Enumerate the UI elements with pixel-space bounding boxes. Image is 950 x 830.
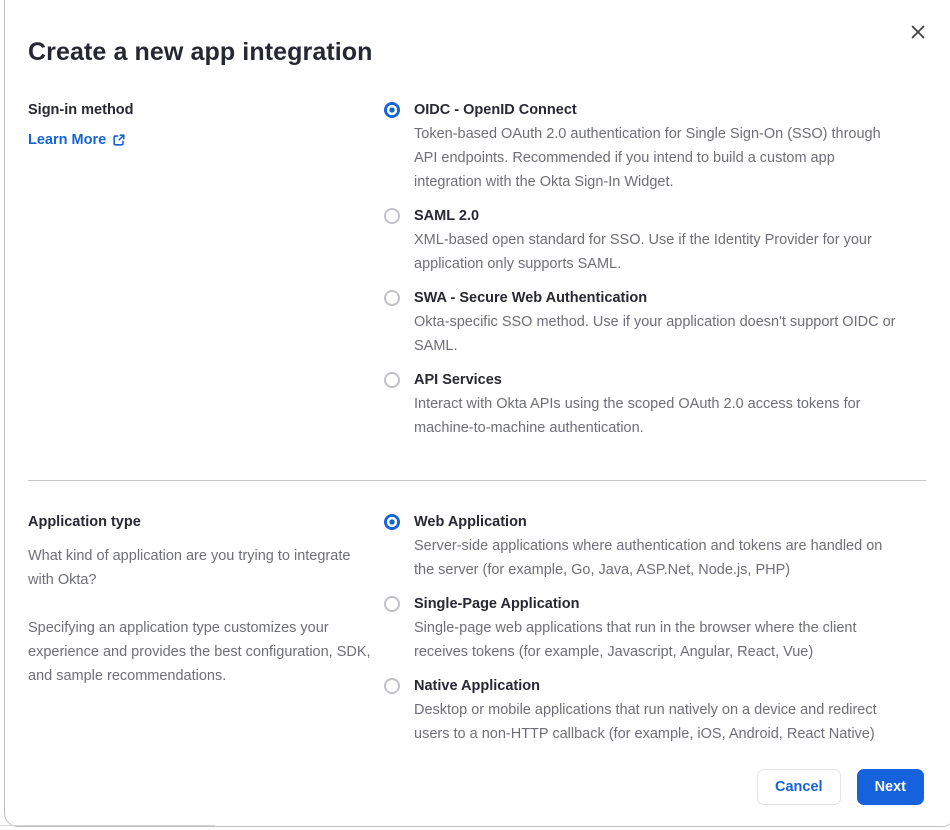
option-oidc-description: Token-based OAuth 2.0 authentication for… <box>414 126 881 190</box>
option-saml-description: XML-based open standard for SSO. Use if … <box>414 232 872 272</box>
option-single-page-application-text: Single-Page Application Single-page web … <box>414 592 896 664</box>
modal-title: Create a new app integration <box>28 38 373 66</box>
option-saml-text: SAML 2.0 XML-based open standard for SSO… <box>414 204 896 276</box>
sign-in-method-label: Sign-in method <box>28 102 134 118</box>
application-type-help-2: Specifying an application type customize… <box>28 620 371 684</box>
option-native-application-description: Desktop or mobile applications that run … <box>414 702 877 742</box>
application-type-section: Application type What kind of applicatio… <box>28 510 926 756</box>
option-api-services-description: Interact with Okta APIs using the scoped… <box>414 396 861 436</box>
radio-single-page-application[interactable] <box>384 596 400 612</box>
option-oidc: OIDC - OpenID Connect Token-based OAuth … <box>384 98 896 194</box>
create-app-integration-modal: Create a new app integration Sign-in met… <box>0 0 950 830</box>
cancel-button[interactable]: Cancel <box>757 769 841 805</box>
option-native-application-text: Native Application Desktop or mobile app… <box>414 674 896 746</box>
option-saml: SAML 2.0 XML-based open standard for SSO… <box>384 204 896 276</box>
radio-api-services[interactable] <box>384 372 400 388</box>
sign-in-method-options: OIDC - OpenID Connect Token-based OAuth … <box>384 98 896 450</box>
external-link-icon <box>113 134 125 146</box>
option-native-application-label[interactable]: Native Application <box>414 674 896 698</box>
radio-web-application[interactable] <box>384 514 400 530</box>
option-swa: SWA - Secure Web Authentication Okta-spe… <box>384 286 896 358</box>
radio-native-application[interactable] <box>384 678 400 694</box>
close-button[interactable] <box>908 22 928 42</box>
option-swa-text: SWA - Secure Web Authentication Okta-spe… <box>414 286 896 358</box>
application-type-help-1: What kind of application are you trying … <box>28 548 351 588</box>
option-web-application-description: Server-side applications where authentic… <box>414 538 883 578</box>
option-single-page-application-description: Single-page web applications that run in… <box>414 620 857 660</box>
option-saml-label[interactable]: SAML 2.0 <box>414 204 896 228</box>
option-api-services-text: API Services Interact with Okta APIs usi… <box>414 368 896 440</box>
option-single-page-application-label[interactable]: Single-Page Application <box>414 592 896 616</box>
option-native-application: Native Application Desktop or mobile app… <box>384 674 896 746</box>
sign-in-method-section: Sign-in method Learn More OIDC - OpenID … <box>28 98 926 450</box>
modal-footer: Cancel Next <box>757 769 924 805</box>
option-web-application-text: Web Application Server-side applications… <box>414 510 896 582</box>
radio-oidc[interactable] <box>384 102 400 118</box>
option-web-application: Web Application Server-side applications… <box>384 510 896 582</box>
next-button[interactable]: Next <box>856 769 924 805</box>
learn-more-link[interactable]: Learn More <box>28 132 126 148</box>
option-web-application-label[interactable]: Web Application <box>414 510 896 534</box>
application-type-label: Application type <box>28 514 141 530</box>
sign-in-method-left: Sign-in method Learn More <box>28 98 384 149</box>
application-type-options: Web Application Server-side applications… <box>384 510 896 756</box>
application-type-left: Application type What kind of applicatio… <box>28 510 384 688</box>
close-icon <box>911 25 925 39</box>
learn-more-label: Learn More <box>28 132 107 148</box>
section-divider <box>28 480 926 481</box>
radio-swa[interactable] <box>384 290 400 306</box>
option-single-page-application: Single-Page Application Single-page web … <box>384 592 896 664</box>
option-api-services: API Services Interact with Okta APIs usi… <box>384 368 896 440</box>
option-swa-description: Okta-specific SSO method. Use if your ap… <box>414 314 896 354</box>
radio-saml[interactable] <box>384 208 400 224</box>
option-oidc-label[interactable]: OIDC - OpenID Connect <box>414 98 896 122</box>
option-oidc-text: OIDC - OpenID Connect Token-based OAuth … <box>414 98 896 194</box>
option-swa-label[interactable]: SWA - Secure Web Authentication <box>414 286 896 310</box>
option-api-services-label[interactable]: API Services <box>414 368 896 392</box>
